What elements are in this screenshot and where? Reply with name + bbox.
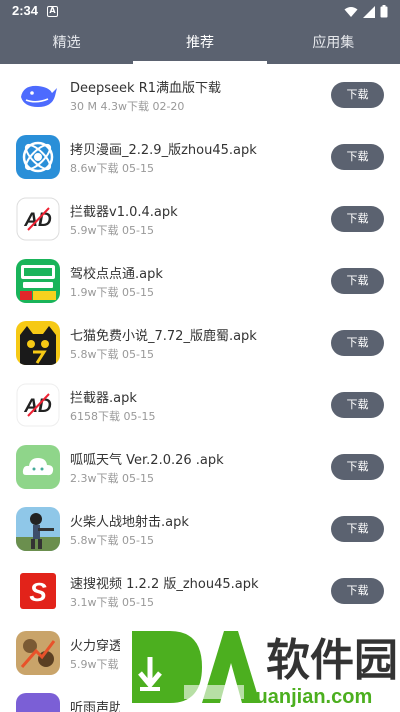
download-button[interactable]: 下载: [331, 144, 384, 170]
status-bar: 2:34 A: [0, 0, 400, 24]
svg-text:z: z: [34, 707, 43, 712]
app-name: 火力穿透: [70, 639, 123, 654]
download-button[interactable]: 下载: [331, 516, 384, 542]
app-meta: 5.8w下载 05-15: [70, 534, 154, 547]
download-button[interactable]: 下载: [331, 206, 384, 232]
tab-featured[interactable]: 精选: [0, 24, 133, 64]
app-name: 拦截器.apk: [70, 391, 137, 406]
driving-school-icon: [16, 259, 60, 303]
app-meta: 2.3w下载 05-15: [70, 472, 154, 485]
app-name: 火柴人战地射击.apk: [70, 515, 189, 530]
app-name: 听雨声助: [70, 701, 123, 712]
ad-blocker-icon: AD: [16, 383, 60, 427]
susou-video-icon: S: [16, 569, 60, 613]
tab-recommended[interactable]: 推荐: [133, 24, 267, 64]
tingyu-icon: z: [16, 693, 60, 712]
download-button[interactable]: 下载: [331, 268, 384, 294]
wifi-icon: [344, 6, 358, 17]
download-button[interactable]: 下载: [331, 82, 384, 108]
app-name: 呱呱天气 Ver.2.0.26 .apk: [70, 453, 224, 468]
app-meta: 1.9w下载 05-15: [70, 286, 154, 299]
download-button[interactable]: 下载: [331, 454, 384, 480]
watermark-text: 软件园: [266, 635, 398, 686]
ad-blocker-icon: AD: [16, 197, 60, 241]
svg-text:S: S: [29, 577, 47, 607]
list-item[interactable]: 拷贝漫画_2.2.9_版zhou45.apk 8.6w下载 05-15 下载: [0, 126, 400, 188]
notification-icon: A: [47, 6, 58, 17]
list-item[interactable]: 七猫免费小说_7.72_版鹿蜀.apk 5.8w下载 05-15 下载: [0, 312, 400, 374]
app-name: 拦截器v1.0.4.apk: [70, 205, 178, 220]
app-meta: 5.8w下载 05-15: [70, 348, 154, 361]
deepseek-whale-icon: [16, 73, 60, 117]
app-meta: 5.9w下载 05-15: [70, 224, 154, 237]
download-button[interactable]: 下载: [331, 330, 384, 356]
app-name: 拷贝漫画_2.2.9_版zhou45.apk: [70, 143, 257, 158]
list-item[interactable]: AD 拦截器.apk 6158下载 05-15 下载: [0, 374, 400, 436]
download-button[interactable]: 下载: [331, 578, 384, 604]
battery-icon: [380, 5, 388, 18]
firepower-game-icon: [16, 631, 60, 675]
copymanga-icon: [16, 135, 60, 179]
download-button[interactable]: 下载: [331, 392, 384, 418]
app-meta: 30 M 4.3w下载 02-20: [70, 100, 185, 113]
list-item[interactable]: 呱呱天气 Ver.2.0.26 .apk 2.3w下载 05-15 下载: [0, 436, 400, 498]
status-time: 2:34: [12, 3, 39, 18]
app-meta: 8.6w下载 05-15: [70, 162, 154, 175]
list-item[interactable]: Deepseek R1满血版下载 30 M 4.3w下载 02-20 下载: [0, 64, 400, 126]
app-name: 驾校点点通.apk: [70, 267, 163, 282]
watermark-logo: 软件园 ruanjian.com: [120, 627, 400, 712]
system-icons: [344, 5, 388, 18]
list-item[interactable]: 火柴人战地射击.apk 5.8w下载 05-15 下载: [0, 498, 400, 560]
list-item[interactable]: S 速搜视频 1.2.2 版_zhou45.apk 3.1w下载 05-15 下…: [0, 560, 400, 622]
app-meta: 3.1w下载 05-15: [70, 596, 154, 609]
stickman-shooter-icon: [16, 507, 60, 551]
signal-icon: [363, 5, 375, 18]
app-name: 速搜视频 1.2.2 版_zhou45.apk: [70, 577, 259, 592]
tab-app-collections[interactable]: 应用集: [267, 24, 400, 64]
qimao-cat-icon: [16, 321, 60, 365]
app-name: 七猫免费小说_7.72_版鹿蜀.apk: [70, 329, 257, 344]
list-item[interactable]: AD 拦截器v1.0.4.apk 5.9w下载 05-15 下载: [0, 188, 400, 250]
tab-bar: 精选 推荐 应用集: [0, 24, 400, 64]
app-meta: 6158下载 05-15: [70, 410, 156, 423]
watermark-domain: ruanjian.com: [248, 686, 372, 708]
list-item[interactable]: 驾校点点通.apk 1.9w下载 05-15 下载: [0, 250, 400, 312]
app-meta: 5.9w下载: [70, 658, 119, 671]
app-name: Deepseek R1满血版下载: [70, 81, 221, 96]
weather-cloud-icon: [16, 445, 60, 489]
